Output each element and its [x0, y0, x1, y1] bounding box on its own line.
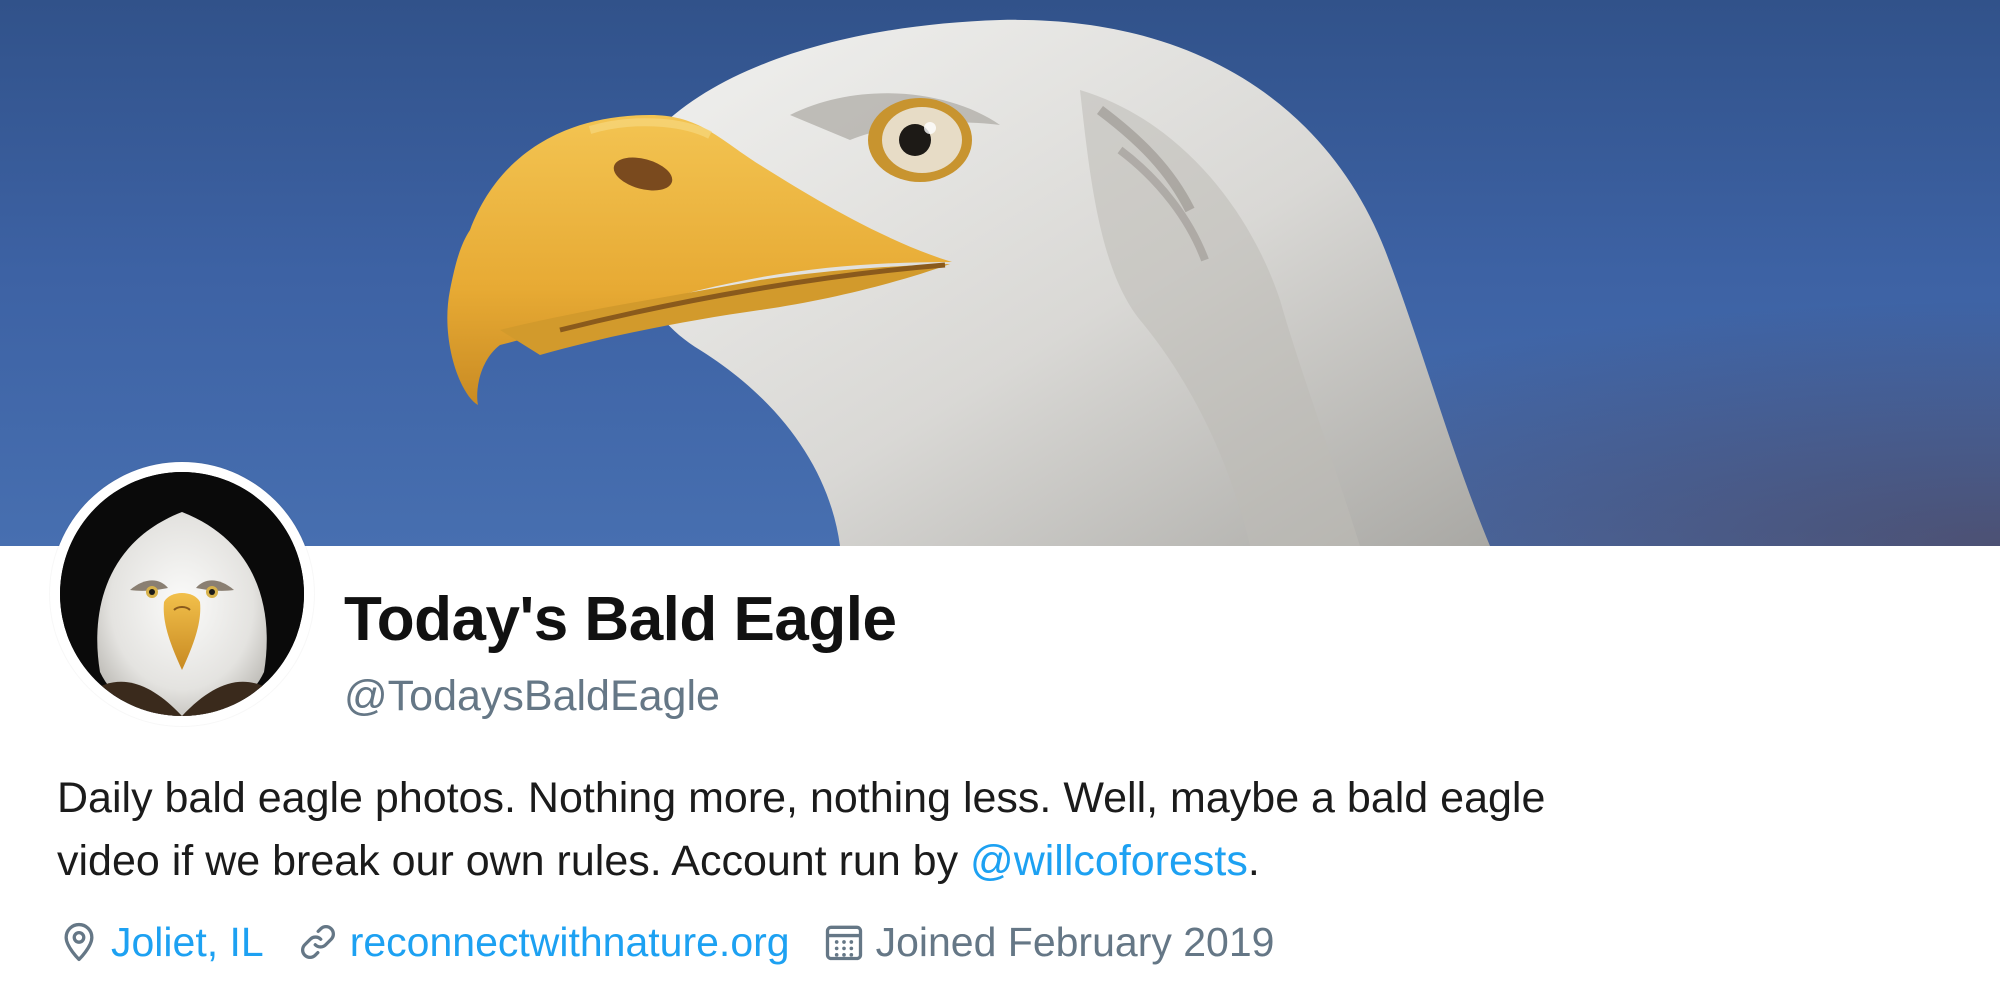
- bio-line-1: Daily bald eagle photos. Nothing more, n…: [57, 774, 1546, 822]
- bald-eagle-avatar-illustration: [60, 472, 304, 716]
- link-icon: [300, 925, 335, 959]
- profile-location[interactable]: Joliet, IL: [57, 916, 264, 968]
- profile-page: Today's Bald Eagle @TodaysBaldEagle Dail…: [0, 0, 2000, 997]
- bio-line-2: video if we break our own rules. Account…: [57, 830, 1857, 893]
- bio-mention-link[interactable]: @willcoforests: [970, 837, 1248, 885]
- avatar-image: [60, 472, 304, 716]
- bald-eagle-banner-illustration: [0, 0, 2000, 546]
- calendar-icon: [825, 925, 862, 961]
- bio-line-2-text: video if we break our own rules. Account…: [57, 837, 971, 885]
- location-text: Joliet, IL: [111, 919, 264, 965]
- profile-joined-date: Joined February 2019: [822, 916, 1275, 968]
- bio-line-2-suffix: .: [1247, 837, 1260, 885]
- website-link[interactable]: reconnectwithnature.org: [350, 916, 790, 968]
- profile-handle: @TodaysBaldEagle: [344, 672, 720, 720]
- profile-bio: Daily bald eagle photos. Nothing more, n…: [57, 767, 1857, 893]
- profile-banner-image[interactable]: [0, 0, 2000, 546]
- profile-metadata-row: Joliet, IL reconnectwithnature.org Joine…: [57, 916, 1306, 968]
- location-pin-icon: [64, 922, 94, 962]
- joined-date-text: Joined February 2019: [875, 919, 1275, 965]
- profile-avatar[interactable]: [50, 462, 314, 726]
- profile-display-name: Today's Bald Eagle: [344, 585, 897, 654]
- profile-website[interactable]: reconnectwithnature.org: [296, 916, 790, 968]
